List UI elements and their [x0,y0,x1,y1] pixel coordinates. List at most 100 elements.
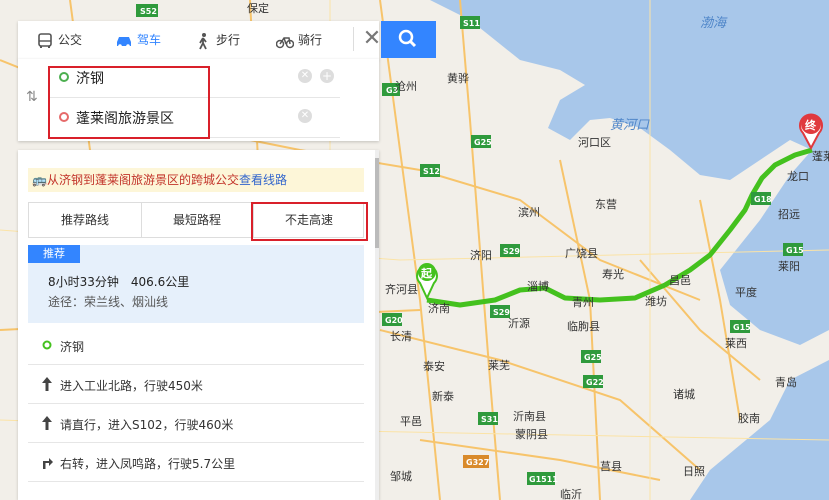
svg-text:沂源: 沂源 [508,316,530,330]
svg-text:平邑: 平邑 [400,415,422,428]
panel-scroll-thumb[interactable] [375,158,379,248]
svg-text:莱阳: 莱阳 [778,260,800,273]
svg-text:G18: G18 [754,195,772,204]
svg-text:S31: S31 [481,415,498,424]
clear-end-icon[interactable]: ✕ [298,109,312,123]
step-item[interactable]: 济钢 [28,326,364,365]
svg-text:S29: S29 [493,308,510,317]
step-text: 济钢 [60,340,85,354]
clear-start-icon[interactable]: ✕ [298,69,312,83]
svg-text:沧州: 沧州 [395,79,417,93]
step-item[interactable]: 请直行，进入S102，行驶460米 [28,404,364,443]
svg-text:昌邑: 昌邑 [669,274,691,287]
svg-text:寿光: 寿光 [602,267,624,281]
route-summary-card[interactable]: 推荐 8小时33分钟 406.6公里 途径：荣兰线、烟汕线 [28,245,364,323]
start-dot-icon [42,340,52,350]
svg-text:沂南县: 沂南县 [513,410,546,423]
svg-text:临沂: 临沂 [560,487,582,500]
tab-bus-label: 公交 [58,33,83,47]
search-button[interactable] [381,21,436,58]
tab-bike-label: 骑行 [298,33,323,47]
step-item[interactable]: 右转，进入凤鸣路，行驶5.7公里 [28,443,364,482]
svg-text:蓬莱: 蓬莱 [812,150,829,163]
svg-text:齐河县: 齐河县 [385,282,418,296]
tab-walk-label: 步行 [216,33,241,47]
svg-text:淄博: 淄博 [527,280,549,293]
bus-icon: 🚌 [32,173,47,187]
svg-text:新泰: 新泰 [432,389,454,403]
route-time-distance: 8小时33分钟 406.6公里 [48,275,190,289]
svg-text:潍坊: 潍坊 [645,294,667,308]
svg-text:泰安: 泰安 [423,359,445,373]
svg-text:邹城: 邹城 [390,470,412,483]
svg-text:广饶县: 广饶县 [565,247,598,260]
svg-text:莱芜: 莱芜 [488,358,510,372]
svg-text:胶南: 胶南 [738,411,760,425]
tab-recommended[interactable]: 推荐路线 [29,203,142,237]
svg-text:终: 终 [805,118,817,132]
search-icon [398,29,417,48]
svg-text:G25: G25 [584,353,602,362]
svg-text:长清: 长清 [390,330,412,343]
svg-text:日照: 日照 [683,465,705,478]
svg-text:S52: S52 [140,7,157,16]
svg-text:滨州: 滨州 [518,205,540,219]
view-lines-link[interactable]: 查看线路 [239,173,287,187]
travel-mode-bar: 公交 驾车 步行 骑行 ✕ [18,21,381,60]
tab-bike[interactable]: 骑行 [276,21,322,59]
svg-text:G20: G20 [385,316,403,325]
arrow-up-icon [42,377,52,391]
svg-text:东营: 东营 [595,197,617,211]
svg-text:S29: S29 [503,247,520,256]
svg-text:G15: G15 [733,323,751,332]
step-item[interactable]: 进入工业北路，行驶450米 [28,365,364,404]
step-text: 右转，进入凤鸣路，行驶5.7公里 [60,457,236,471]
add-waypoint-icon[interactable]: + [320,69,334,83]
svg-text:渤海: 渤海 [700,16,728,31]
route-via: 途径：荣兰线、烟汕线 [48,295,169,309]
walk-icon [199,32,207,49]
highlight-no-highway [251,202,368,241]
tab-drive-label: 驾车 [137,33,162,47]
svg-text:临朐县: 临朐县 [567,319,600,333]
svg-text:S11: S11 [463,19,480,28]
svg-text:G327: G327 [466,458,489,467]
bus-icon [38,32,52,48]
svg-text:河口区: 河口区 [578,136,611,149]
svg-text:G15: G15 [786,246,804,255]
close-icon[interactable]: ✕ [353,27,384,51]
svg-text:诸城: 诸城 [673,388,695,401]
svg-text:蒙阴县: 蒙阴县 [515,428,548,441]
svg-text:黄骅: 黄骅 [447,71,469,85]
svg-text:平度: 平度 [735,285,757,299]
car-icon [117,36,131,48]
notice-text: 从济钢到蓬莱阁旅游景区的跨城公交 [46,173,239,187]
svg-text:济阳: 济阳 [470,248,492,262]
svg-text:G22: G22 [586,378,604,387]
svg-text:招远: 招远 [778,207,800,221]
svg-text:莱西: 莱西 [725,337,747,350]
svg-text:G25: G25 [474,138,492,147]
tab-bus[interactable]: 公交 [36,21,82,59]
recommended-badge: 推荐 [28,245,80,263]
arrow-up-icon [42,416,52,430]
svg-text:青岛: 青岛 [775,375,797,389]
svg-text:起: 起 [420,266,433,280]
swap-icon[interactable]: ⇅ [26,89,38,105]
step-text: 请直行，进入S102，行驶460米 [60,418,234,432]
svg-text:G1511: G1511 [529,475,558,484]
svg-text:龙口: 龙口 [787,170,809,183]
svg-text:青州: 青州 [572,296,594,309]
highlight-inputs [48,66,210,139]
svg-text:S12: S12 [423,167,440,176]
step-text: 进入工业北路，行驶450米 [60,379,203,393]
svg-text:保定: 保定 [247,1,269,15]
svg-text:济南: 济南 [428,301,450,315]
tab-walk[interactable]: 步行 [194,21,240,59]
tab-drive[interactable]: 驾车 [115,21,161,59]
turn-right-icon [43,458,53,469]
intercity-bus-notice[interactable]: 🚌从济钢到蓬莱阁旅游景区的跨城公交查看线路 [28,168,364,192]
svg-text:莒县: 莒县 [600,460,622,473]
tab-shortest[interactable]: 最短路程 [141,203,254,237]
bike-icon [276,36,294,48]
